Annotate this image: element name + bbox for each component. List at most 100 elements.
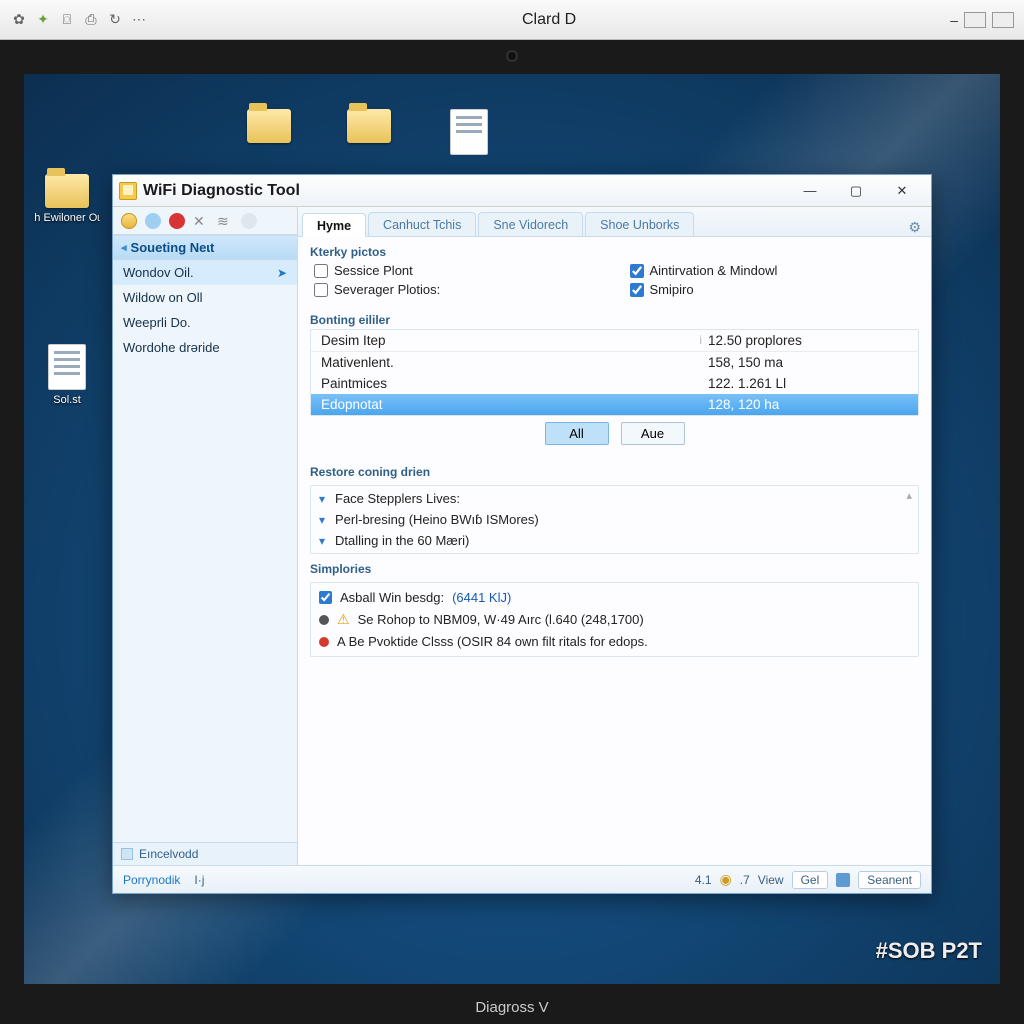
tab[interactable]: Sne Vidorech <box>478 212 583 236</box>
desktop: #SOB P2T h Ewiloner Oɩ Sol.st WiFi Diagn… <box>24 74 1000 984</box>
tab[interactable]: Hyme <box>302 213 366 237</box>
checkbox-label: Smipiro <box>650 282 694 297</box>
sidebar-item[interactable]: Weeprli Do. <box>113 310 297 335</box>
wrench-icon[interactable]: ✕ <box>193 213 209 229</box>
checkbox-option[interactable]: Smipiro <box>630 282 916 297</box>
status-seanent-button[interactable]: Seanent <box>858 871 921 889</box>
group4-header: Simplories <box>298 554 931 578</box>
status-item-text: A Be Pvoktide Clsss (OSIR 84 own filt ri… <box>337 634 648 649</box>
status-num2: .7 <box>740 873 750 887</box>
checkbox-option[interactable]: Severager Plotios: <box>314 282 600 297</box>
tab[interactable]: Shoe Unborks <box>585 212 694 236</box>
status-item[interactable]: Asball Win besdg: (6441 KlJ) <box>311 587 918 608</box>
printer-icon: ⎙ <box>82 11 100 29</box>
sidebar-item[interactable]: Wildow on Oll <box>113 285 297 310</box>
checkbox-input[interactable] <box>314 264 328 278</box>
close-button[interactable]: ✕ <box>879 177 925 205</box>
status-view[interactable]: View <box>758 873 784 887</box>
refresh-icon: ↻ <box>106 11 124 29</box>
disk-icon: ⌼ <box>58 11 76 29</box>
checkbox-input[interactable] <box>314 283 328 297</box>
os-window-controls: – <box>950 12 1014 28</box>
app-titlebar[interactable]: WiFi Diagnostic Tool — ▢ ✕ <box>113 175 931 207</box>
os-restore-icon[interactable] <box>964 12 986 28</box>
desktop-icon-4[interactable] <box>334 109 404 147</box>
minimize-button[interactable]: — <box>787 177 833 205</box>
table-row[interactable]: Desim Itepi12.50 proplores <box>311 330 918 352</box>
restore-item[interactable]: Perl-bresing (Heino BWıɓ ISMores) <box>311 509 918 530</box>
sidebar-section-header[interactable]: Soueting Neɩt <box>113 235 297 260</box>
status-item[interactable]: A Be Pvoktide Clsss (OSIR 84 own filt ri… <box>311 631 918 652</box>
table-cell-value: 128, 120 ha <box>708 397 908 412</box>
checkbox-label: Sessice Plont <box>334 263 413 278</box>
save-icon[interactable] <box>836 873 850 887</box>
gear-icon[interactable]: ⚙ <box>908 219 921 236</box>
table-row[interactable]: Edopnotat128, 120 ha <box>311 394 918 415</box>
checkbox-option[interactable]: Sessice Plont <box>314 263 600 278</box>
restore-item-label: Face Stepplers Lives: <box>335 491 460 506</box>
record-icon[interactable] <box>169 213 185 229</box>
aue-button[interactable]: Aue <box>621 422 685 445</box>
desktop-icon-2[interactable]: Sol.st <box>32 344 102 406</box>
desktop-icon-label: h Ewiloner Oɩ <box>32 212 102 224</box>
checkbox-input[interactable] <box>630 264 644 278</box>
restore-item[interactable]: Dtalling in the 60 Mæri) <box>311 530 918 551</box>
shield-icon[interactable] <box>121 213 137 229</box>
globe-icon[interactable] <box>145 213 161 229</box>
tab[interactable]: Canhuct Tchis <box>368 212 476 236</box>
sidebar-footer[interactable]: Eıncelvodd <box>113 842 297 865</box>
os-minimize-icon[interactable]: – <box>950 12 958 28</box>
tab-bar: HymeCanhuct TchisSne VidorechShoe Unbork… <box>298 207 931 237</box>
document-icon <box>450 109 488 155</box>
app-window: WiFi Diagnostic Tool — ▢ ✕ ✕ ≋ <box>112 174 932 894</box>
os-maximize-icon[interactable] <box>992 12 1014 28</box>
checkbox-input[interactable] <box>630 283 644 297</box>
desktop-icon-5[interactable] <box>434 109 504 159</box>
checkbox-option[interactable]: Aintirvation & Mindowl <box>630 263 916 278</box>
table-row[interactable]: Paintmices122. 1.261 Ll <box>311 373 918 394</box>
desktop-icon-3[interactable] <box>234 109 304 147</box>
stack-icon <box>121 848 133 860</box>
sidebar-item-label: Wondov Oil. <box>123 265 194 280</box>
status-item-text: Se Rohop to NBM09, W·49 Aırc (l.640 (248… <box>358 612 644 627</box>
app-icon <box>119 182 137 200</box>
sidebar-footer-label: Eıncelvodd <box>139 847 198 861</box>
restore-item-label: Dtalling in the 60 Mæri) <box>335 533 469 548</box>
restore-item[interactable]: Face Stepplers Lives: <box>311 488 918 509</box>
status-link[interactable]: (6441 KlJ) <box>452 590 511 605</box>
all-button[interactable]: All <box>545 422 609 445</box>
sidebar-item[interactable]: Wondov Oil.➤ <box>113 260 297 285</box>
leaf-icon: ✿ <box>10 11 28 29</box>
laptop-brand: Diagross V <box>475 999 548 1016</box>
os-tray-icons: ✿ ✦ ⌼ ⎙ ↻ ⋯ <box>10 11 148 29</box>
checkbox-label: Severager Plotios: <box>334 282 440 297</box>
restore-list: ▴ Face Stepplers Lives: Perl-bresing (Hei… <box>310 485 919 554</box>
maximize-button[interactable]: ▢ <box>833 177 879 205</box>
group2-header: Bonting eililer <box>298 305 931 329</box>
sidebar: ✕ ≋ Soueting Neɩt Wondov Oil.➤Wildow on … <box>113 207 298 865</box>
wifi-icon[interactable]: ≋ <box>217 213 233 229</box>
table-row[interactable]: Mativenlent.158, 150 ma <box>311 352 918 373</box>
status-pory[interactable]: Porrynodik <box>123 873 180 887</box>
error-icon <box>319 637 329 647</box>
more-icon: ⋯ <box>130 11 148 29</box>
checkbox-grid: Sessice Plont Aintirvation & Mindowl Sever… <box>298 261 931 305</box>
group1-header: Kterky pictos <box>298 237 931 261</box>
sidebar-item[interactable]: Wordohe drəride <box>113 335 297 360</box>
watermark: #SOB P2T <box>876 938 982 964</box>
warning-icon: ⚠ <box>337 611 350 628</box>
status-gel-button[interactable]: Gel <box>792 871 829 889</box>
sidebar-item-label: Weeprli Do. <box>123 315 191 330</box>
folder-icon <box>347 109 391 143</box>
scroll-up-icon[interactable]: ▴ <box>906 489 912 502</box>
status-item[interactable]: ⚠ Se Rohop to NBM09, W·49 Aırc (l.640 (24… <box>311 608 918 631</box>
laptop-frame: Diagross V #SOB P2T h Ewiloner Oɩ Sol.st… <box>0 40 1024 1024</box>
settings-icon[interactable] <box>241 213 257 229</box>
bullet-icon <box>319 615 329 625</box>
desktop-icon-1[interactable]: h Ewiloner Oɩ <box>32 174 102 224</box>
chevron-down-icon <box>315 492 329 506</box>
status-num1: 4.1 <box>695 873 712 887</box>
status-item-text: Asball Win besdg: <box>340 590 444 605</box>
os-titlebar: ✿ ✦ ⌼ ⎙ ↻ ⋯ Clard D – <box>0 0 1024 40</box>
star-icon: ✦ <box>34 11 52 29</box>
